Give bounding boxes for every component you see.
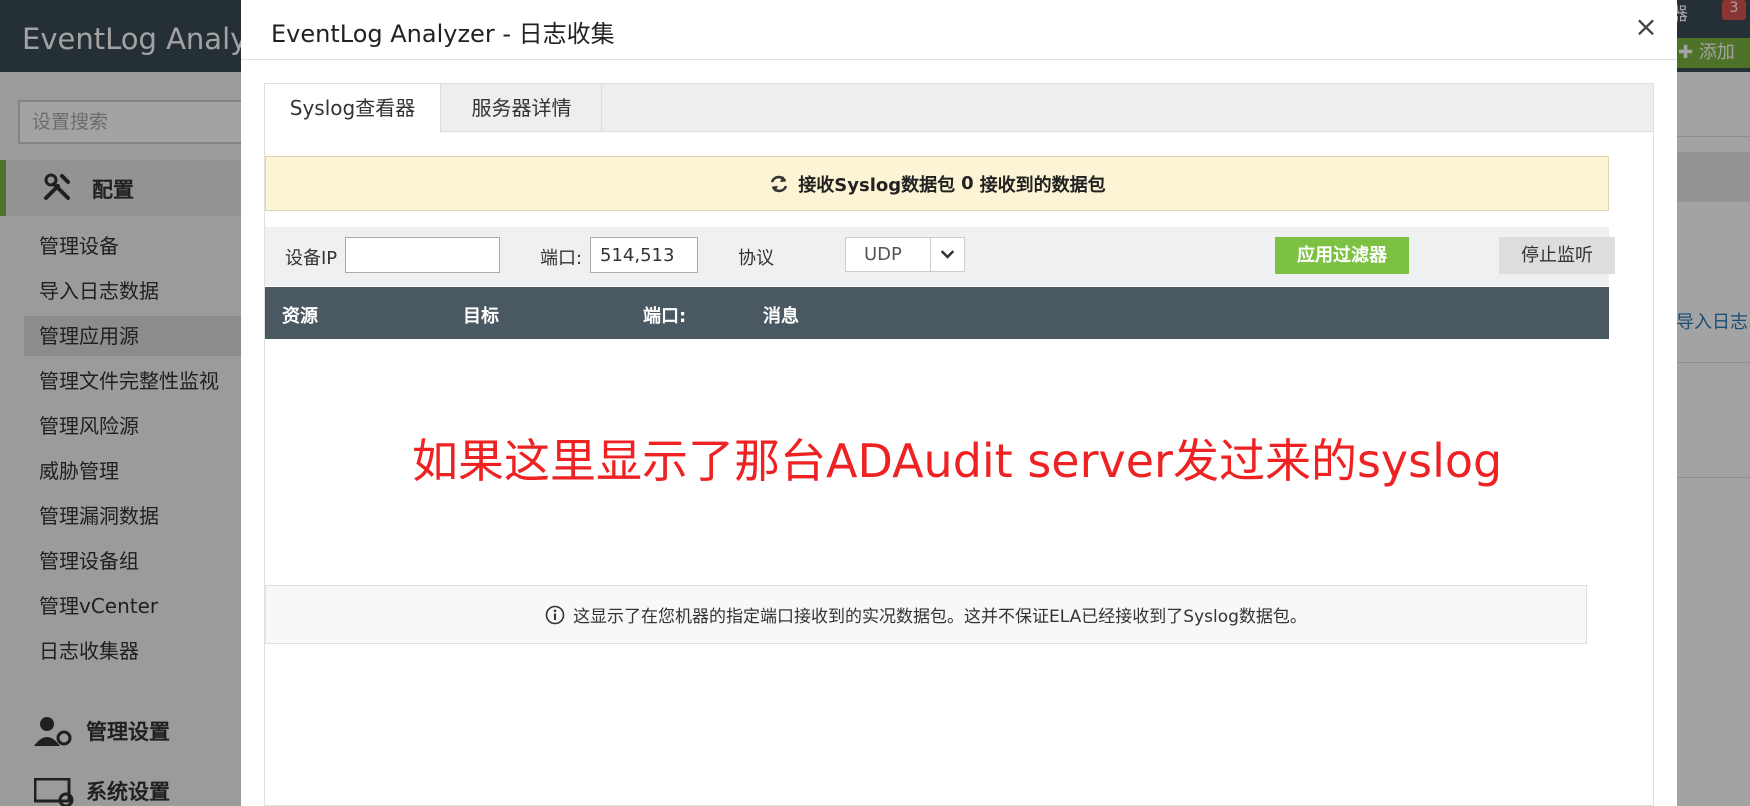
tab-bar: Syslog查看器 服务器详情 (265, 84, 1653, 133)
red-annotation-text: 如果这里显示了那台ADAudit server发过来的syslog (412, 434, 1503, 488)
status-prefix: 接收Syslog数据包 (798, 174, 956, 196)
column-header-target: 目标 (463, 306, 499, 327)
stop-listening-button[interactable]: 停止监听 (1499, 237, 1615, 274)
refresh-icon[interactable] (768, 173, 790, 195)
packet-count: 0 (961, 173, 974, 194)
protocol-value: UDP (864, 244, 902, 265)
filter-bar: 设备IP 端口: 协议 UDP 应用过滤器 停止监听 (265, 227, 1615, 286)
syslog-status-banner: 接收Syslog数据包 0 接收到的数据包 (265, 156, 1609, 211)
column-header-message: 消息 (763, 306, 799, 327)
column-header-port: 端口: (643, 306, 687, 327)
device-ip-label: 设备IP (285, 248, 338, 269)
column-header-source: 资源 (282, 306, 318, 327)
tab-server-details[interactable]: 服务器详情 (442, 84, 602, 132)
log-collection-dialog: EventLog Analyzer - 日志收集 × Syslog查看器 服务器… (241, 0, 1677, 806)
tab-syslog-viewer[interactable]: Syslog查看器 (265, 84, 441, 133)
close-icon[interactable]: × (1631, 12, 1661, 42)
port-input[interactable] (590, 237, 698, 273)
apply-filter-button[interactable]: 应用过滤器 (1275, 237, 1409, 274)
status-suffix: 接收到的数据包 (979, 174, 1106, 196)
port-label: 端口: (540, 248, 583, 269)
chevron-down-icon (930, 238, 955, 271)
protocol-select[interactable]: UDP (845, 237, 965, 272)
dialog-title: EventLog Analyzer - 日志收集 (271, 20, 615, 48)
info-note: 这显示了在您机器的指定端口接收到的实况数据包。这并不保证ELA已经接收到了Sys… (265, 585, 1587, 644)
info-icon (545, 605, 565, 624)
device-ip-input[interactable] (345, 237, 500, 273)
dialog-header: EventLog Analyzer - 日志收集 × (241, 0, 1677, 60)
protocol-label: 协议 (738, 248, 774, 269)
info-note-text: 这显示了在您机器的指定端口接收到的实况数据包。这并不保证ELA已经接收到了Sys… (573, 607, 1307, 627)
table-header: 资源 目标 端口: 消息 (265, 287, 1609, 339)
